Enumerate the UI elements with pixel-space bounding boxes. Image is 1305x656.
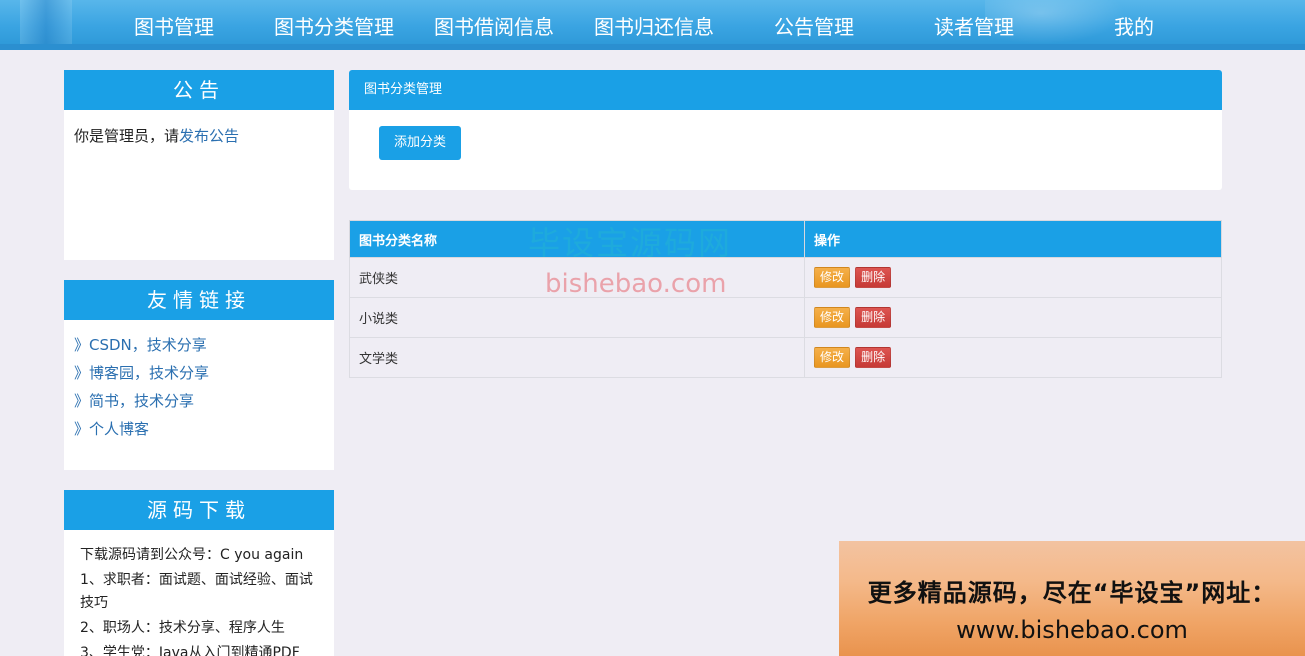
table-row: 小说类 修改 删除 (349, 297, 1222, 338)
nav-item-notice-management[interactable]: 公告管理 (774, 11, 854, 40)
table-row: 武侠类 修改 删除 (349, 257, 1222, 298)
source-line: 下载源码请到公众号：C you again (80, 547, 304, 563)
nav-item-borrow-info[interactable]: 图书借阅信息 (434, 11, 554, 40)
nav-item-book-category-management[interactable]: 图书分类管理 (274, 11, 394, 40)
actions-cell: 修改 删除 (804, 337, 1222, 378)
promo-text: 更多精品源码，尽在“毕设宝”网址： (867, 579, 1277, 607)
link-cnblogs[interactable]: 》博客园，技术分享 (74, 362, 324, 390)
panel-title: 图书分类管理 (349, 70, 1222, 110)
link-jianshu[interactable]: 》简书，技术分享 (74, 390, 324, 418)
table-row: 文学类 修改 删除 (349, 337, 1222, 378)
friendly-links-box: 友情链接 》CSDN，技术分享 》博客园，技术分享 》简书，技术分享 》个人博客 (64, 280, 334, 470)
source-download-body: 下载源码请到公众号：C you again 1、求职者：面试题、面试经验、面试技… (64, 530, 334, 656)
link-personal-blog[interactable]: 》个人博客 (74, 418, 324, 446)
source-line: 1、求职者：面试题、面试经验、面试技巧 (80, 572, 313, 611)
nav-item-reader-management[interactable]: 读者管理 (934, 11, 1014, 40)
column-header-actions: 操作 (804, 220, 1222, 258)
watermark-cn: 毕设宝源码网 (528, 224, 733, 262)
publish-notice-link[interactable]: 发布公告 (179, 127, 239, 145)
notice-box: 公告 你是管理员，请发布公告 (64, 70, 334, 260)
delete-button[interactable]: 删除 (855, 347, 892, 368)
promo-url: www.bishebao.com (956, 616, 1188, 644)
source-line: 2、职场人：技术分享、程序人生 (80, 620, 285, 636)
nav-item-mine[interactable]: 我的 (1114, 11, 1154, 40)
top-nav-bar: 图书管理 图书分类管理 图书借阅信息 图书归还信息 公告管理 读者管理 我的 (0, 0, 1305, 50)
watermark-en: bishebao.com (545, 269, 727, 299)
category-table: 图书分类名称 操作 武侠类 修改 删除 小说类 修改 删除 文学类 修改 删除 (349, 220, 1222, 378)
edit-button[interactable]: 修改 (814, 347, 851, 368)
category-panel: 图书分类管理 添加分类 (349, 70, 1222, 190)
category-name-cell: 小说类 (349, 297, 805, 338)
source-download-title: 源码下载 (64, 490, 334, 530)
link-csdn[interactable]: 》CSDN，技术分享 (74, 334, 324, 362)
actions-cell: 修改 删除 (804, 257, 1222, 298)
notice-title: 公告 (64, 70, 334, 110)
notice-body: 你是管理员，请发布公告 (64, 110, 334, 161)
friendly-links-list: 》CSDN，技术分享 》博客园，技术分享 》简书，技术分享 》个人博客 (64, 320, 334, 446)
actions-cell: 修改 删除 (804, 297, 1222, 338)
delete-button[interactable]: 删除 (855, 267, 892, 288)
source-download-box: 源码下载 下载源码请到公众号：C you again 1、求职者：面试题、面试经… (64, 490, 334, 656)
edit-button[interactable]: 修改 (814, 267, 851, 288)
source-line: 3、学生党：Java从入门到精通PDF (80, 645, 300, 656)
category-name-cell: 文学类 (349, 337, 805, 378)
delete-button[interactable]: 删除 (855, 307, 892, 328)
nav-item-book-management[interactable]: 图书管理 (134, 11, 214, 40)
friendly-links-title: 友情链接 (64, 280, 334, 320)
edit-button[interactable]: 修改 (814, 307, 851, 328)
table-header-row: 图书分类名称 操作 (349, 220, 1222, 258)
nav-item-return-info[interactable]: 图书归还信息 (594, 11, 714, 40)
add-category-button[interactable]: 添加分类 (379, 126, 461, 160)
notice-text: 你是管理员，请 (74, 127, 180, 145)
promo-banner: 更多精品源码，尽在“毕设宝”网址： www.bishebao.com (839, 541, 1305, 656)
